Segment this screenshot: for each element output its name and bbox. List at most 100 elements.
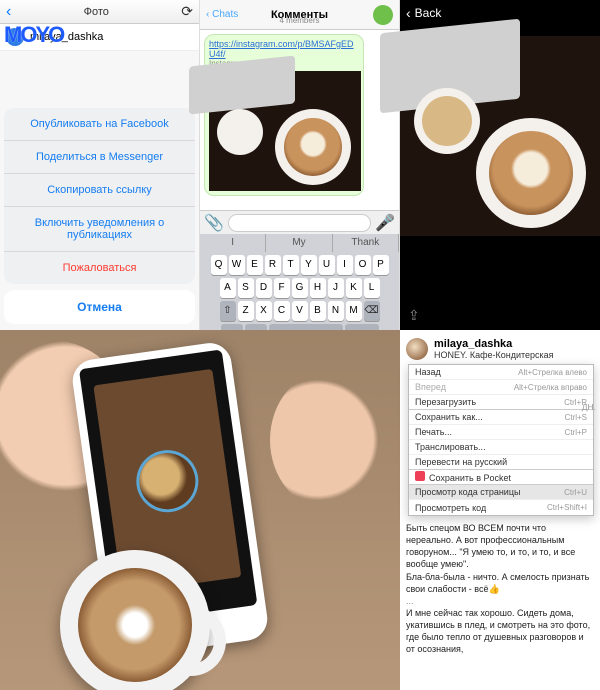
key-k[interactable]: K [346, 278, 362, 298]
ctx-label: Назад [415, 367, 441, 377]
author-username[interactable]: milaya_dashka [434, 338, 554, 350]
key-r[interactable]: R [265, 255, 281, 275]
ctx-shortcut: Alt+Стрелка вправо [514, 383, 587, 392]
context-menu: Назад Alt+Стрелка влево ВпередAlt+Стрелка … [408, 364, 594, 516]
message-image[interactable] [209, 71, 361, 191]
text-behind: ДН. [582, 402, 596, 412]
suggestion[interactable]: My [266, 234, 332, 252]
back-label[interactable]: Back [415, 6, 442, 20]
cancel-button[interactable]: Отмена [4, 290, 195, 324]
key-w[interactable]: W [229, 255, 245, 275]
pocket-icon [415, 471, 425, 481]
moyo-logo: MOYO [4, 22, 63, 48]
ctx-shortcut: Ctrl+Shift+I [547, 503, 587, 512]
ctx-label: Перевести на русский [415, 457, 507, 467]
ctx-label: Просмотр кода страницы [415, 487, 520, 497]
ctx-label: Сохранить в Pocket [415, 471, 511, 483]
suggestion[interactable]: I [200, 234, 266, 252]
ctx-просмотр-кода-страницы[interactable]: Просмотр кода страницы Ctrl+U [409, 485, 593, 500]
ctx-сохранить-в-pocket[interactable]: Сохранить в Pocket [409, 470, 593, 485]
share-messenger[interactable]: Поделиться в Messenger [4, 141, 195, 174]
ctx-вперед: ВпередAlt+Стрелка вправо [409, 380, 593, 395]
key-e[interactable]: E [247, 255, 263, 275]
ctx-просмотреть-код[interactable]: Просмотреть код Ctrl+Shift+I [409, 500, 593, 515]
key-o[interactable]: O [355, 255, 371, 275]
caption-line: ... [406, 595, 594, 607]
suggestion[interactable]: Thank [333, 234, 399, 252]
chat-input-row: 📎 🎤 [200, 210, 399, 234]
key-b[interactable]: B [310, 301, 326, 321]
chat-input[interactable] [228, 214, 371, 232]
ctx-печать-[interactable]: Печать... Ctrl+P [409, 425, 593, 440]
key-n[interactable]: N [328, 301, 344, 321]
ctx-label: Печать... [415, 427, 452, 437]
caption-line: Бла-бла-была - ничто. А смелость признат… [406, 571, 594, 595]
key-y[interactable]: Y [301, 255, 317, 275]
key-x[interactable]: X [256, 301, 272, 321]
key-a[interactable]: A [220, 278, 236, 298]
ctx-label: Перезагрузить [415, 397, 476, 407]
browser-context-panel: milaya_dashka HONEY. Кафе-Кондитерская Н… [400, 330, 600, 690]
key-p[interactable]: P [373, 255, 389, 275]
avatar [406, 338, 428, 360]
back-icon[interactable]: ‹ [6, 3, 11, 21]
ctx-назад[interactable]: Назад Alt+Стрелка влево [409, 365, 593, 380]
share-icon[interactable]: ⇪ [408, 307, 420, 324]
hand-right [270, 370, 390, 510]
key-g[interactable]: G [292, 278, 308, 298]
key-u[interactable]: U [319, 255, 335, 275]
post-caption: Быть спецом ВО ВСЕМ почти что нереально.… [406, 522, 594, 656]
ctx-shortcut: Alt+Стрелка влево [518, 368, 587, 377]
ctx-перевести-на-русский[interactable]: Перевести на русский [409, 455, 593, 470]
share-facebook[interactable]: Опубликовать на Facebook [4, 108, 195, 141]
key-q[interactable]: Q [211, 255, 227, 275]
copy-link[interactable]: Скопировать ссылку [4, 174, 195, 207]
action-sheet: Опубликовать на Facebook Поделиться в Me… [4, 108, 195, 324]
key-s[interactable]: S [238, 278, 254, 298]
message-bubble[interactable]: https://instagram.com/p/BMSAFgEDU4f/ Ins… [204, 34, 364, 196]
caption-line: И мне сейчас так хорошо. Сидеть дома, ук… [406, 607, 594, 656]
coffee-cup [60, 550, 210, 690]
viewer-image[interactable] [400, 36, 600, 236]
nav-title: Фото [84, 6, 109, 18]
ios-share-panel: ‹ Фото ⟳ milaya_dashka MOYO Опубликовать… [0, 0, 200, 330]
key-t[interactable]: T [283, 255, 299, 275]
nav-bar: ‹ Фото ⟳ [0, 0, 199, 24]
key-l[interactable]: L [364, 278, 380, 298]
key-v[interactable]: V [292, 301, 308, 321]
caption-line: Быть спецом ВО ВСЕМ почти что нереально.… [406, 522, 594, 571]
lifestyle-photo [0, 330, 400, 690]
key-c[interactable]: C [274, 301, 290, 321]
ctx-shortcut: Ctrl+P [565, 428, 587, 437]
ctx-label: Транслировать... [415, 442, 486, 452]
key-m[interactable]: M [346, 301, 362, 321]
back-chevron-icon[interactable]: ‹ [406, 5, 411, 21]
ctx-shortcut: Ctrl+U [564, 488, 587, 497]
key-h[interactable]: H [310, 278, 326, 298]
key-i[interactable]: I [337, 255, 353, 275]
ctx-label: Просмотреть код [415, 503, 486, 513]
refresh-icon[interactable]: ⟳ [181, 3, 193, 20]
ctx-label: Сохранить как... [415, 412, 483, 422]
key-z[interactable]: Z [238, 301, 254, 321]
chat-header: ‹ Chats Комменты 4 members [200, 0, 399, 30]
image-viewer: ‹ Back ⇪ [400, 0, 600, 330]
ctx-сохранить-как-[interactable]: Сохранить как... Ctrl+S [409, 410, 593, 425]
ctx-транслировать-[interactable]: Транслировать... [409, 440, 593, 455]
mic-icon[interactable]: 🎤 [375, 213, 395, 233]
post-author[interactable]: milaya_dashka HONEY. Кафе-Кондитерская [406, 338, 594, 360]
key-⇧[interactable]: ⇧ [220, 301, 236, 321]
key-j[interactable]: J [328, 278, 344, 298]
key-f[interactable]: F [274, 278, 290, 298]
ctx-shortcut: Ctrl+S [565, 413, 587, 422]
ctx-перезагрузить[interactable]: ПерезагрузитьCtrl+R [409, 395, 593, 410]
enable-notifications[interactable]: Включить уведомления о публикациях [4, 207, 195, 252]
author-location[interactable]: HONEY. Кафе-Кондитерская [434, 350, 554, 360]
key-d[interactable]: D [256, 278, 272, 298]
action-sheet-group: Опубликовать на Facebook Поделиться в Me… [4, 108, 195, 284]
report[interactable]: Пожаловаться [4, 252, 195, 284]
chat-body[interactable]: https://instagram.com/p/BMSAFgEDU4f/ Ins… [200, 30, 399, 210]
key-⌫[interactable]: ⌫ [364, 301, 380, 321]
attach-icon[interactable]: 📎 [204, 213, 224, 233]
chat-subtitle: 4 members [200, 16, 399, 25]
